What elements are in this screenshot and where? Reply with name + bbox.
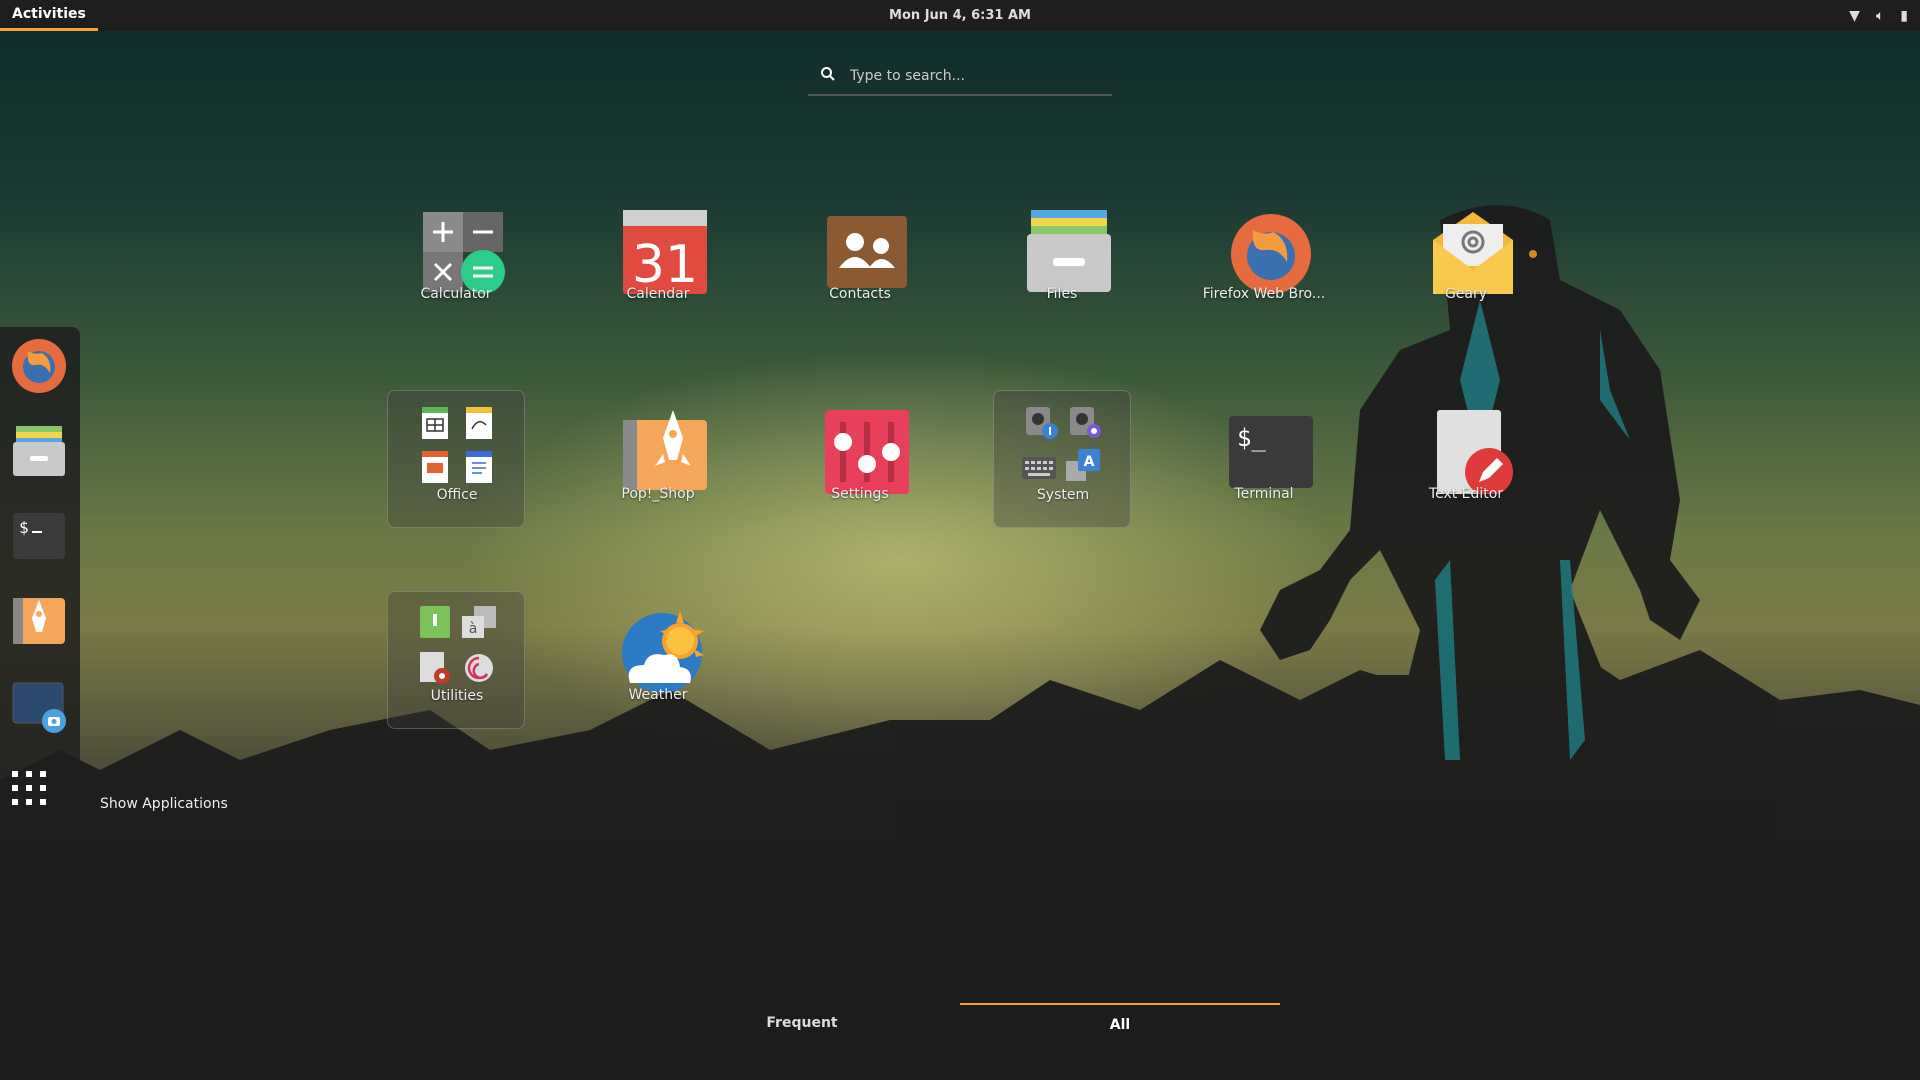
- app-label: Calculator: [420, 286, 492, 302]
- utilities-characters-icon: à: [462, 606, 496, 638]
- dash-dock: $: [0, 327, 80, 839]
- folder-office[interactable]: Office: [387, 390, 525, 528]
- firefox-icon: [12, 339, 66, 393]
- terminal-icon: $_: [1229, 416, 1313, 488]
- office-writer-icon: [466, 451, 492, 483]
- geary-icon: [1433, 212, 1513, 294]
- svg-text:à: à: [469, 621, 478, 637]
- system-disk-info-icon: [1026, 407, 1058, 439]
- app-contacts[interactable]: Contacts: [791, 190, 929, 328]
- app-firefox[interactable]: Firefox Web Bro...: [1195, 190, 1333, 328]
- system-disk-settings-icon: [1070, 407, 1101, 438]
- tab-frequent[interactable]: Frequent: [642, 1003, 962, 1043]
- office-calc-icon: [422, 407, 448, 439]
- files-icon: [1027, 210, 1111, 292]
- app-label: Terminal: [1234, 486, 1294, 502]
- terminal-icon: $: [13, 513, 65, 559]
- folder-label: Office: [436, 487, 478, 503]
- app-calculator[interactable]: Calculator: [387, 190, 525, 328]
- folder-label: System: [1036, 487, 1090, 503]
- app-popshop[interactable]: Pop!_Shop: [589, 390, 727, 528]
- utilities-document-viewer-icon: [420, 652, 450, 684]
- dash-popshop[interactable]: [10, 592, 68, 650]
- app-label: Pop!_Shop: [621, 486, 695, 502]
- app-files[interactable]: Files: [993, 190, 1131, 328]
- files-icon: [13, 426, 65, 476]
- contacts-icon: [827, 216, 907, 288]
- utilities-archive-icon: [420, 606, 450, 638]
- folder-utilities[interactable]: à Utilities: [387, 591, 525, 729]
- dash-terminal[interactable]: $: [10, 507, 68, 565]
- app-terminal[interactable]: $_ Terminal: [1195, 390, 1333, 528]
- app-geary[interactable]: Geary: [1397, 190, 1535, 328]
- dash-files[interactable]: [10, 422, 68, 480]
- app-label: Files: [1046, 286, 1078, 302]
- calculator-icon: [423, 212, 505, 294]
- app-label: Firefox Web Bro...: [1202, 286, 1326, 302]
- svg-text:A: A: [1084, 454, 1095, 470]
- app-weather[interactable]: Weather: [589, 591, 727, 729]
- system-keyboard-icon: [1022, 457, 1056, 479]
- app-calendar[interactable]: 31 Calendar: [589, 190, 727, 328]
- calendar-icon: 31: [623, 210, 707, 294]
- tab-all[interactable]: All: [960, 1003, 1280, 1045]
- office-draw-icon: [466, 407, 492, 439]
- folder-system[interactable]: A System: [993, 390, 1131, 528]
- system-language-icon: A: [1066, 449, 1100, 481]
- dash-firefox[interactable]: [10, 337, 68, 395]
- show-applications-tooltip: Show Applications: [88, 790, 240, 818]
- office-impress-icon: [422, 451, 448, 483]
- view-tabs: Frequent All: [0, 1003, 1920, 1053]
- app-label: Calendar: [626, 286, 690, 302]
- wallpaper-art: [0, 205, 1920, 1080]
- app-grid-icon: [12, 771, 46, 805]
- dash-screenshot[interactable]: [10, 677, 68, 735]
- folder-label: Utilities: [430, 688, 484, 704]
- show-applications-button[interactable]: [10, 767, 68, 825]
- weather-icon: [622, 611, 704, 693]
- utilities-debian-icon: [465, 654, 493, 682]
- app-settings[interactable]: Settings: [791, 390, 929, 528]
- terminal-icon-prompt: $_: [1237, 424, 1266, 452]
- app-label: Text Editor: [1428, 486, 1504, 502]
- settings-icon: [825, 410, 909, 494]
- app-text-editor[interactable]: Text Editor: [1397, 390, 1535, 528]
- app-label: Weather: [628, 687, 688, 703]
- app-label: Geary: [1444, 286, 1488, 302]
- svg-text:$: $: [19, 518, 29, 537]
- screenshot-icon: [12, 682, 66, 733]
- text-editor-icon: [1437, 410, 1513, 494]
- app-label: Contacts: [829, 286, 891, 302]
- popshop-icon: [623, 410, 707, 490]
- firefox-icon: [1231, 214, 1311, 294]
- app-label: Settings: [831, 486, 889, 502]
- popshop-icon: [13, 598, 65, 644]
